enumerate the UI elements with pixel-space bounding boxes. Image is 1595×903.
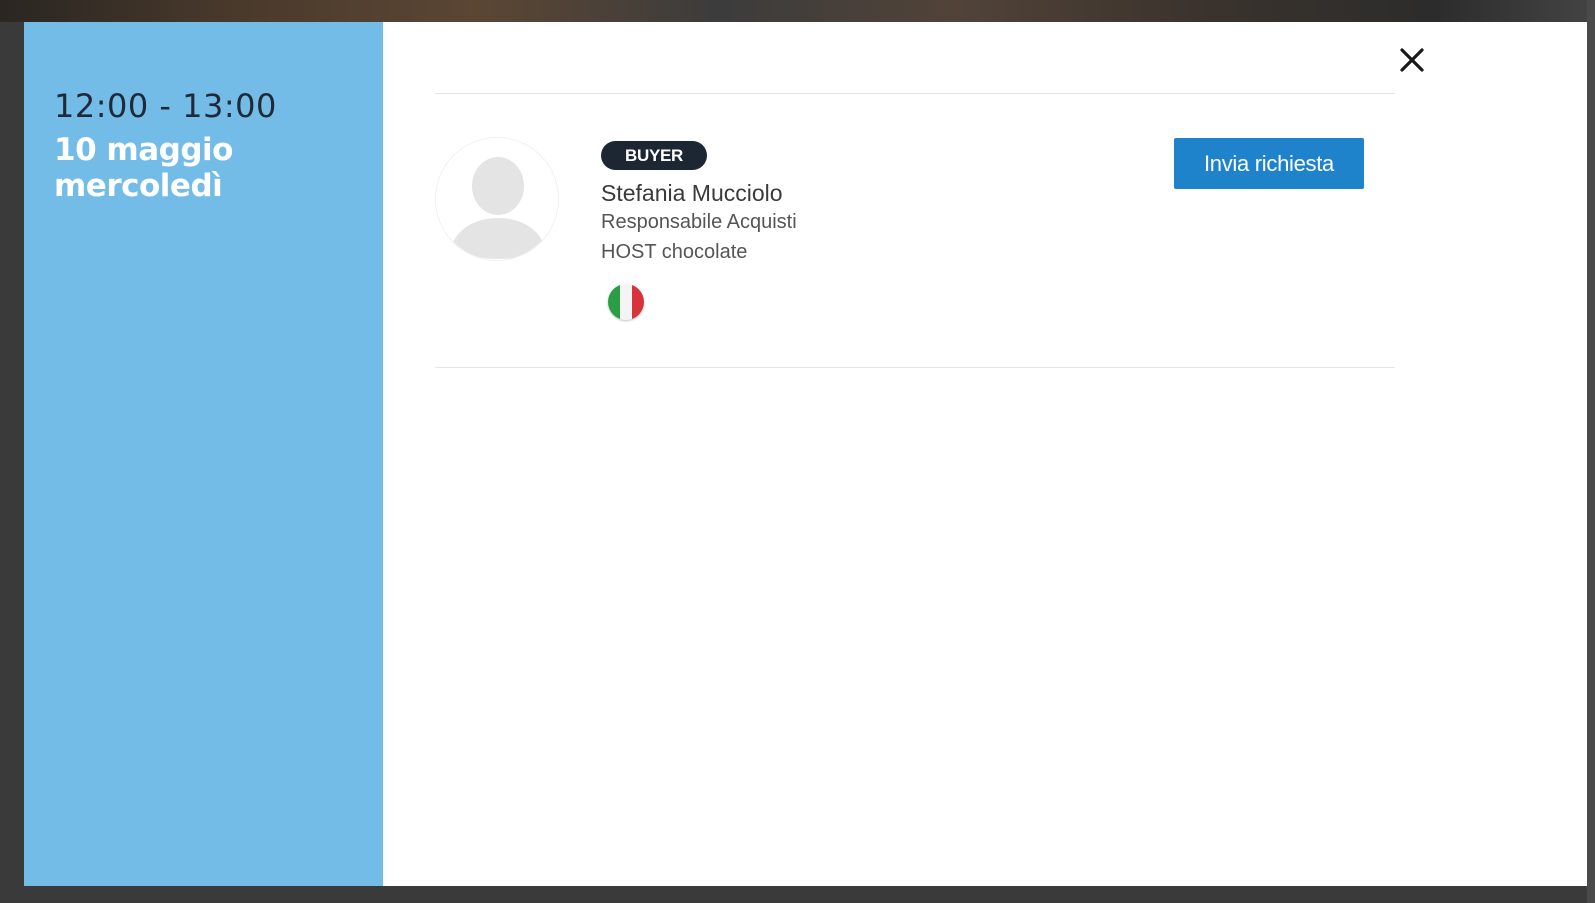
slot-date: 10 maggio <box>54 132 233 168</box>
divider-top <box>435 93 1395 94</box>
close-icon <box>1400 48 1424 72</box>
slot-info-panel: 12:00 - 13:00 10 maggio mercoledì <box>24 22 383 886</box>
attendee-name: Stefania Mucciolo <box>601 180 783 206</box>
attendee-company: HOST chocolate <box>601 241 748 263</box>
slot-weekday: mercoledì <box>54 168 223 204</box>
close-button[interactable] <box>1394 42 1430 78</box>
modal-content: BUYER Stefania Mucciolo Responsabile Acq… <box>383 22 1587 886</box>
attendee-info: BUYER Stefania Mucciolo Responsabile Acq… <box>601 141 797 320</box>
role-badge: BUYER <box>601 141 708 170</box>
italy-flag-icon <box>608 284 644 320</box>
user-placeholder-icon <box>436 138 558 260</box>
avatar <box>435 137 559 261</box>
slot-time-range: 12:00 - 13:00 <box>54 87 277 125</box>
background-edge <box>1587 0 1595 903</box>
attendee-job-title: Responsabile Acquisti <box>601 211 797 233</box>
send-request-button[interactable]: Invia richiesta <box>1174 138 1364 189</box>
background-image-strip <box>0 0 1595 22</box>
divider-bottom <box>435 367 1395 368</box>
meeting-slot-modal: 12:00 - 13:00 10 maggio mercoledì BUYER … <box>24 22 1587 886</box>
